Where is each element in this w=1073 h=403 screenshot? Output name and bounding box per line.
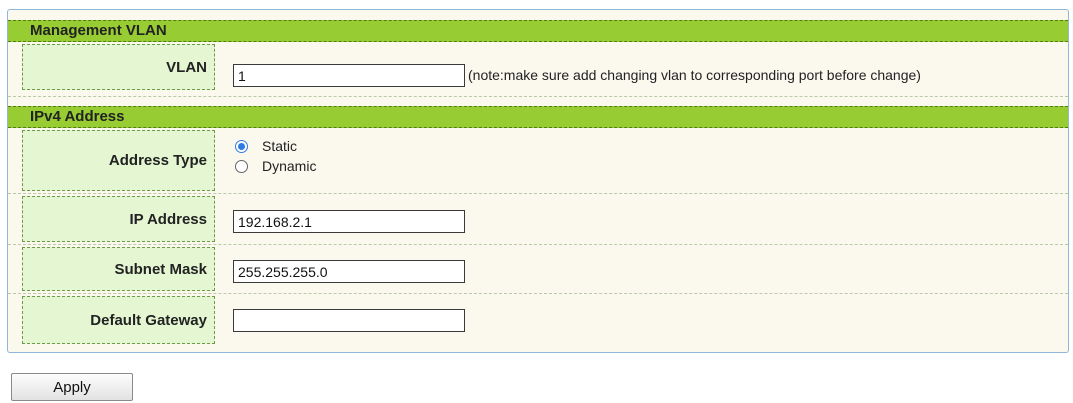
subnet-mask-input[interactable]: [233, 260, 465, 283]
address-type-dynamic-option[interactable]: Dynamic: [235, 158, 316, 174]
ip-address-row: IP Address: [8, 194, 1068, 245]
dynamic-radio-label: Dynamic: [262, 158, 317, 174]
static-radio[interactable]: [235, 139, 248, 153]
address-type-row: Address Type Static Dynamic: [8, 128, 1068, 194]
static-radio-label: Static: [262, 138, 298, 154]
vlan-row: VLAN (note:make sure add changing vlan t…: [8, 42, 1068, 97]
vlan-input[interactable]: [233, 64, 465, 87]
default-gateway-row: Default Gateway: [8, 294, 1068, 346]
management-vlan-header: Management VLAN: [8, 20, 1068, 42]
vlan-label: VLAN: [22, 44, 215, 90]
ip-address-label: IP Address: [22, 196, 215, 242]
vlan-note: (note:make sure add changing vlan to cor…: [468, 67, 921, 83]
subnet-mask-label: Subnet Mask: [22, 247, 215, 291]
default-gateway-input[interactable]: [233, 309, 465, 332]
apply-button[interactable]: Apply: [11, 373, 133, 401]
address-type-label: Address Type: [22, 130, 215, 191]
dynamic-radio[interactable]: [235, 159, 248, 173]
subnet-mask-row: Subnet Mask: [8, 245, 1068, 294]
default-gateway-label: Default Gateway: [22, 296, 215, 344]
ipv4-address-header: IPv4 Address: [8, 106, 1068, 128]
ip-address-input[interactable]: [233, 210, 465, 233]
address-type-static-option[interactable]: Static: [235, 138, 297, 154]
